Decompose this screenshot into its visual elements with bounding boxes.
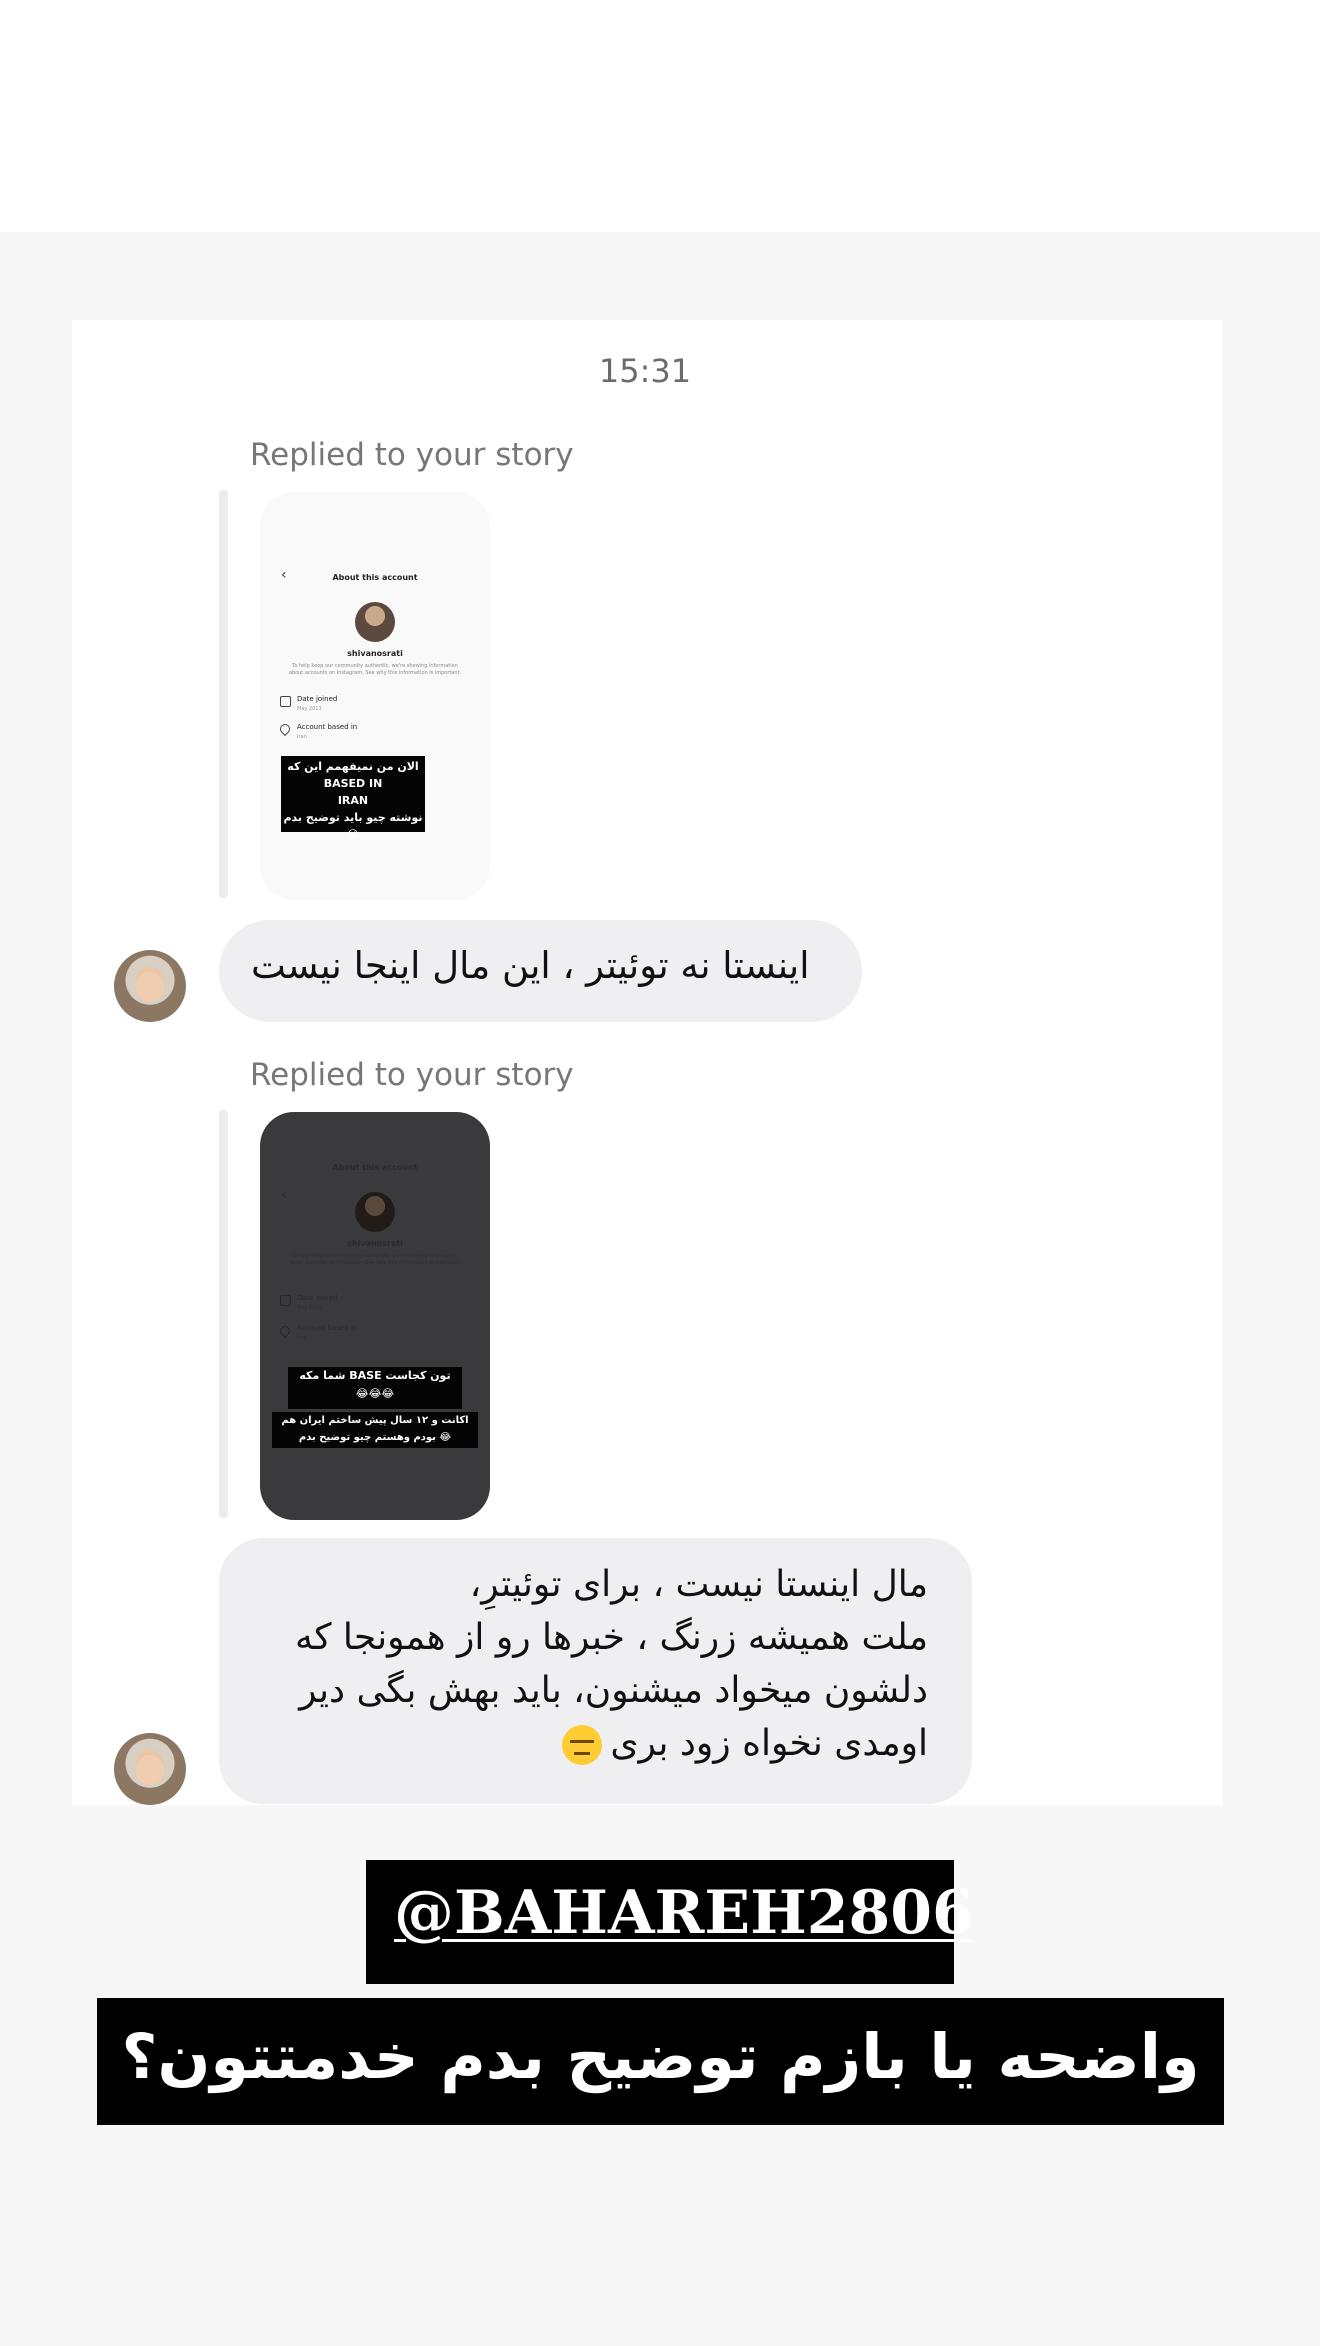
story-thumbnail[interactable]: ‹ About this account shivanosrati To hel… [260,1112,490,1520]
story-screen-title: About this account [332,1163,418,1172]
date-joined-label: Date joined [297,1294,338,1302]
sender-avatar[interactable] [114,950,186,1022]
mention-sticker[interactable]: @BAHAREH2806 [366,1860,974,1984]
date-joined-label: Date joined [297,695,338,703]
reply-thread-line [219,1110,228,1518]
message-bubble[interactable]: مال اینستا نیست ، برای توئیترِ، ملت همیش… [219,1538,972,1804]
status-area [0,0,1320,232]
location-pin-icon [277,721,293,737]
expressionless-face-icon [562,1725,603,1765]
account-based-label: Account based in [297,1324,358,1332]
message-text: مال اینستا نیست ، برای توئیترِ، ملت همیش… [295,1564,928,1764]
account-based-value: Iran [297,734,307,740]
story-description: To help keep our community authentic, we… [288,663,462,676]
message-text: اینستا نه توئیتر ، این مال اینجا نیست [251,944,810,987]
story-avatar [355,1192,395,1232]
story-caption: شما مکه BASE تون کجاست 😂😂😂 [288,1367,462,1409]
account-based-label: Account based in [297,723,358,731]
caption-text: واضحه یا بازم توضیح بدم خدمتتون؟ [121,2020,1200,2093]
story-username: shivanosrati [347,649,403,658]
back-icon: ‹ [281,1187,287,1203]
story-caption: الان من نمیفهمم این که BASED IN IRAN نوش… [281,756,425,841]
story-screen-title: About this account [332,573,418,582]
account-based-value: Iran [297,1335,307,1341]
story-thumbnail[interactable]: ‹ About this account shivanosrati To hel… [260,492,490,900]
story-caption: اکانت و ۱۲ سال پیش ساختم ایران هم بودم و… [272,1412,478,1448]
message-timestamp: 15:31 [598,352,692,390]
location-pin-icon [277,1323,293,1339]
mention-handle: @BAHAREH2806 [394,1878,974,1948]
date-joined-value: May 2013 [297,1305,322,1311]
calendar-icon [280,1295,291,1306]
replied-to-story-label: Replied to your story [250,1057,574,1093]
story-description: To help keep our community authentic, we… [288,1253,462,1266]
replied-to-story-label: Replied to your story [250,437,574,473]
story-avatar [355,602,395,642]
story-caption-banner: واضحه یا بازم توضیح بدم خدمتتون؟ [97,1998,1224,2125]
reply-thread-line [219,490,228,898]
calendar-icon [280,696,291,707]
sender-avatar[interactable] [114,1733,186,1805]
story-username: shivanosrati [347,1239,403,1248]
date-joined-value: May 2013 [297,706,322,712]
message-bubble[interactable]: اینستا نه توئیتر ، این مال اینجا نیست [219,920,862,1022]
